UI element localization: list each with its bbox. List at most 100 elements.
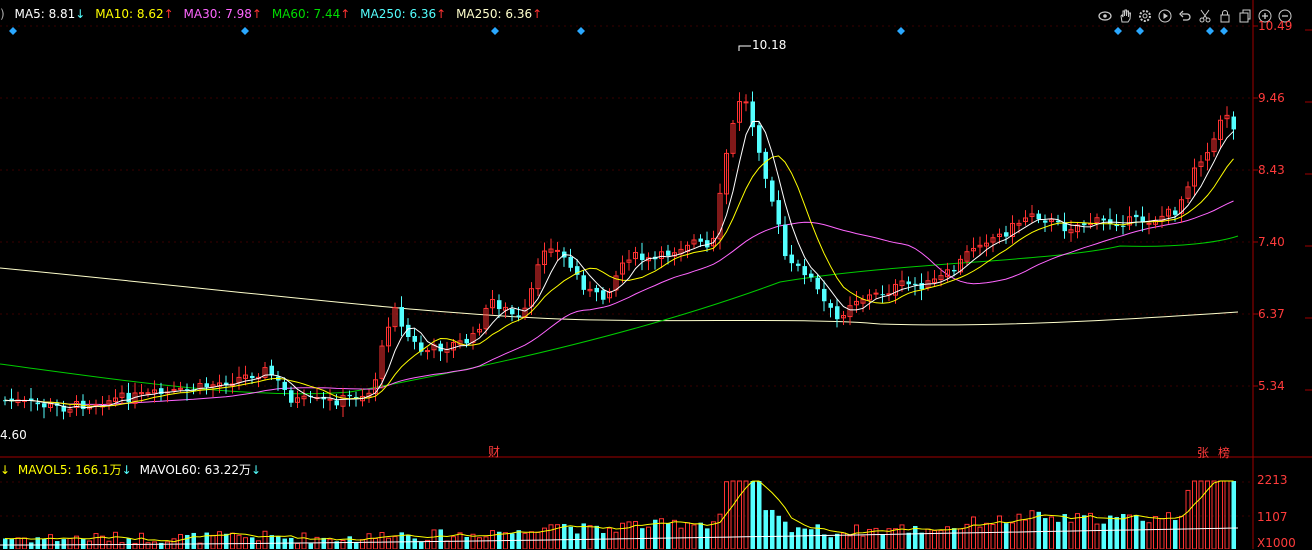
volume-bar: [1049, 516, 1054, 549]
event-marker-bang[interactable]: 榜: [1218, 444, 1230, 461]
volume-bar: [1224, 480, 1230, 549]
volume-bar: [139, 532, 144, 549]
signal-diamond-icon: [9, 27, 17, 35]
event-marker-zhang[interactable]: 张: [1197, 444, 1209, 461]
lock-icon[interactable]: [1216, 7, 1233, 24]
volume-bar: [1134, 514, 1139, 549]
volume-bar: [204, 532, 209, 549]
volume-bar: [1101, 523, 1106, 549]
candle-body: [913, 283, 918, 285]
candle-body: [770, 180, 775, 202]
volume-bar: [626, 521, 632, 549]
candle-body: [835, 306, 840, 320]
volume-bar: [67, 538, 73, 549]
volume-bar: [1004, 523, 1009, 549]
volume-bar: [276, 536, 281, 549]
legend-ma60: MA60: 7.44↑: [271, 7, 351, 21]
candle-body: [327, 398, 333, 401]
volume-bar: [1231, 481, 1236, 549]
volume-bar: [698, 522, 703, 549]
eye-icon[interactable]: [1096, 7, 1113, 24]
volume-bar: [210, 534, 216, 549]
price-axis-label-6: 5.34: [1258, 379, 1285, 393]
ma5-line: [4, 120, 1234, 409]
volume-bar: [587, 525, 593, 549]
volume-bar: [126, 538, 131, 549]
volume-bar: [1068, 521, 1074, 549]
volume-bar: [1173, 520, 1178, 549]
play-icon[interactable]: [1156, 7, 1173, 24]
volume-bar: [906, 532, 911, 549]
volume-bar: [809, 529, 814, 549]
volume-bar: [880, 534, 885, 549]
candle-body: [1231, 116, 1236, 130]
candle-body: [640, 253, 645, 261]
volume-bar: [1153, 516, 1158, 549]
volume-bar: [1043, 518, 1048, 549]
undo-icon[interactable]: [1176, 7, 1193, 24]
candle-body: [35, 402, 40, 405]
copy-icon[interactable]: [1236, 7, 1253, 24]
volume-bar: [1010, 522, 1015, 549]
volume-bar: [1036, 511, 1041, 549]
candle-body: [1004, 232, 1009, 237]
volume-bar: [42, 538, 47, 549]
candle-body: [250, 375, 255, 379]
signal-diamond-icon: [1114, 27, 1122, 35]
volume-bar: [48, 534, 53, 549]
candle-body: [802, 266, 807, 276]
volume-bar: [925, 528, 931, 549]
volume-bar: [984, 522, 989, 549]
ma10-line: [4, 155, 1234, 408]
candle-body: [568, 256, 573, 268]
candle-body: [783, 224, 788, 257]
signal-markers: [9, 27, 1228, 35]
candle-body: [42, 403, 47, 408]
candle-body: [1108, 219, 1113, 224]
volume-bar: [100, 535, 105, 549]
candle-body: [815, 277, 820, 290]
volume-legend: ↓ MAVOL5: 166.1万↓ MAVOL60: 63.22万↓: [0, 461, 265, 478]
volume-bar: [22, 537, 27, 549]
legend-ma5: MA5: 8.81↓: [14, 7, 86, 21]
ma30-line: [4, 200, 1234, 406]
legend-ma10: MA10: 8.62↑: [95, 7, 174, 21]
volume-bar: [893, 528, 898, 549]
volume-bar: [152, 541, 157, 549]
volume-bar: [366, 533, 372, 549]
scissors-icon[interactable]: [1196, 7, 1213, 24]
volume-bar: [464, 536, 469, 549]
hand-icon[interactable]: [1116, 7, 1133, 24]
candle-body: [743, 101, 749, 104]
price-axis-label-2: 9.46: [1258, 91, 1285, 105]
legend-mavol5: MAVOL5: 166.1万↓: [17, 463, 132, 477]
volume-bar: [61, 539, 66, 549]
candle-body: [581, 275, 586, 290]
volume-bar: [919, 532, 924, 549]
ma30-path: [4, 200, 1234, 406]
volume-bar: [483, 536, 489, 549]
volume-bar: [399, 532, 404, 549]
volume-bar: [256, 540, 261, 549]
volume-bar: [516, 530, 521, 549]
candle-body: [828, 303, 833, 308]
volume-bar: [301, 532, 307, 549]
volume-bar: [379, 531, 385, 549]
volume-bar: [282, 538, 287, 549]
volume-bar: [269, 535, 274, 549]
candle-body: [698, 238, 703, 242]
volume-bar: [451, 536, 456, 549]
volume-bar: [308, 543, 313, 549]
ma60-line: [0, 235, 1239, 395]
gear-icon[interactable]: [1136, 7, 1153, 24]
candle-body: [555, 249, 560, 252]
volume-bar: [1023, 519, 1028, 549]
volume-bar: [601, 532, 606, 549]
volume-bar: [15, 537, 21, 549]
volume-bar: [860, 535, 866, 549]
candle-body: [399, 307, 404, 327]
volume-bar: [913, 525, 918, 549]
volume-bar: [717, 513, 723, 549]
volume-bar: [327, 538, 333, 549]
event-marker-cai[interactable]: 财: [488, 443, 500, 460]
